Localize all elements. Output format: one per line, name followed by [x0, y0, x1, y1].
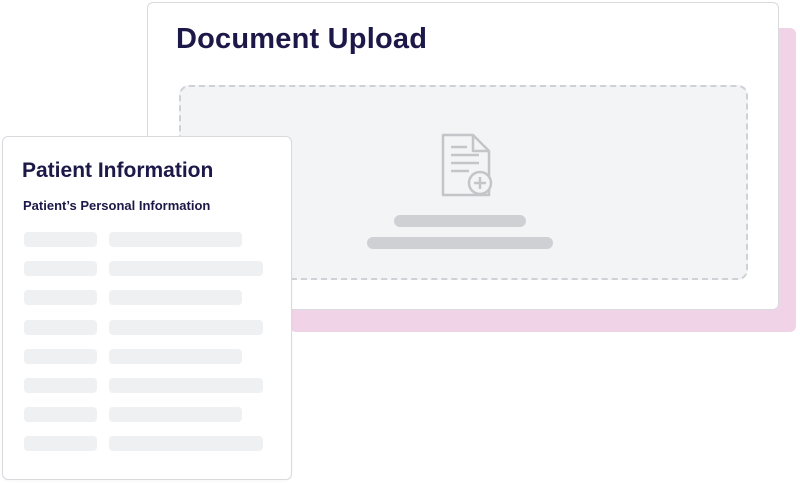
field-value-placeholder — [109, 436, 263, 451]
field-label-placeholder — [24, 378, 97, 393]
drop-zone-text-placeholder-1 — [394, 215, 526, 227]
document-add-icon — [441, 133, 493, 197]
field-value-placeholder — [109, 232, 242, 247]
field-value-placeholder — [109, 320, 263, 335]
patient-information-card: Patient Information Patient’s Personal I… — [2, 136, 292, 480]
field-label-placeholder — [24, 232, 97, 247]
illustration-stage: Document Upload Patient Information Pati… — [0, 0, 800, 483]
field-label-placeholder — [24, 261, 97, 276]
field-label-placeholder — [24, 349, 97, 364]
field-label-placeholder — [24, 436, 97, 451]
field-label-placeholder — [24, 290, 97, 305]
drop-zone-text-placeholder-2 — [367, 237, 553, 249]
field-label-placeholder — [24, 320, 97, 335]
document-upload-title: Document Upload — [176, 23, 428, 55]
patient-information-title: Patient Information — [22, 159, 214, 182]
field-value-placeholder — [109, 407, 242, 422]
field-value-placeholder — [109, 349, 242, 364]
field-value-placeholder — [109, 378, 263, 393]
personal-information-subtitle: Patient’s Personal Information — [23, 198, 211, 213]
field-value-placeholder — [109, 290, 242, 305]
field-value-placeholder — [109, 261, 263, 276]
field-label-placeholder — [24, 407, 97, 422]
